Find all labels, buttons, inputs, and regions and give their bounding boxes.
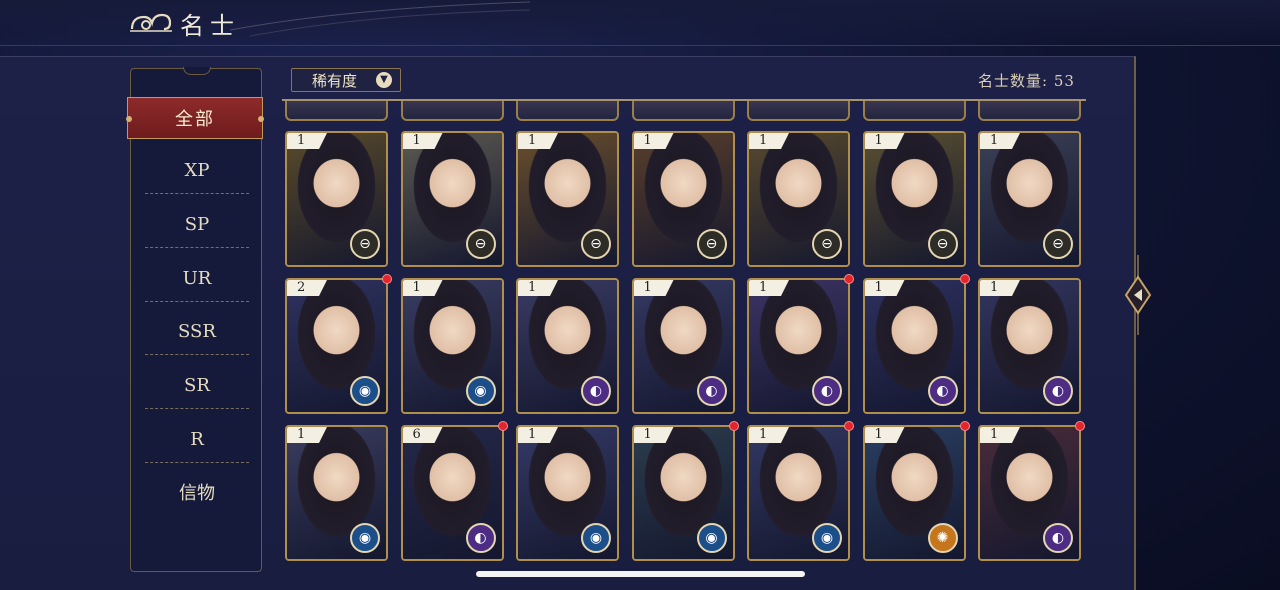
- sword-emblem-icon: ⊖: [350, 229, 380, 259]
- tab-label: UR: [182, 267, 212, 289]
- character-card[interactable]: 1 ⊖: [285, 131, 388, 267]
- tab-ssr[interactable]: SSR: [145, 304, 249, 358]
- tab-sr[interactable]: SR: [145, 358, 249, 412]
- sword-emblem-icon: ⊖: [927, 229, 958, 259]
- character-card[interactable]: 2 ◉: [285, 278, 388, 414]
- character-card[interactable]: 1 ◐: [978, 425, 1081, 561]
- moon-emblem-icon: ◐: [1043, 523, 1073, 553]
- tab-label: 信物: [179, 483, 215, 504]
- tab-label: SP: [184, 213, 210, 235]
- character-card[interactable]: 1 ◐: [978, 278, 1081, 414]
- new-notification-dot: [844, 421, 854, 431]
- character-card[interactable]: 1 ⊖: [978, 131, 1081, 267]
- eye-emblem-icon: ◉: [812, 523, 842, 553]
- character-card[interactable]: 1 ◐: [747, 278, 850, 414]
- new-notification-dot: [959, 274, 970, 284]
- eye-emblem-icon: ◉: [465, 376, 496, 406]
- sun-emblem-icon: ✺: [927, 523, 958, 553]
- character-card[interactable]: 1 ◉: [747, 425, 850, 561]
- moon-emblem-icon: ◐: [812, 376, 842, 406]
- tab-label: 全部: [175, 109, 215, 130]
- eye-emblem-icon: ◉: [350, 523, 380, 553]
- top-bar: 名士: [0, 0, 1280, 46]
- new-notification-dot: [728, 421, 739, 431]
- new-notification-dot: [497, 421, 508, 431]
- count-value: 53: [1053, 72, 1075, 90]
- collapse-panel-handle[interactable]: [1118, 255, 1152, 335]
- card-partial[interactable]: [285, 101, 388, 121]
- divider: [145, 408, 249, 409]
- character-card[interactable]: 1 ⊖: [862, 131, 966, 267]
- character-card[interactable]: 1 ⊖: [516, 131, 619, 267]
- divider: [145, 354, 249, 355]
- character-card[interactable]: 1 ⊖: [747, 131, 850, 267]
- eye-emblem-icon: ◉: [350, 376, 380, 406]
- card-partial[interactable]: [747, 101, 850, 121]
- tab-label: XP: [184, 159, 210, 181]
- character-card[interactable]: 1 ◉: [516, 425, 619, 561]
- character-card[interactable]: 1 ◉: [285, 425, 388, 561]
- sword-emblem-icon: ⊖: [465, 229, 496, 259]
- tab-sp[interactable]: SP: [145, 197, 249, 251]
- new-notification-dot: [844, 274, 854, 284]
- card-partial[interactable]: [862, 101, 966, 121]
- moon-emblem-icon: ◐: [465, 523, 496, 553]
- eye-emblem-icon: ◉: [696, 523, 727, 553]
- card-partial[interactable]: [516, 101, 619, 121]
- character-card[interactable]: 1 ◐: [631, 278, 735, 414]
- sort-label: 稀有度: [312, 71, 358, 90]
- page-header: 名士: [128, 6, 240, 40]
- decorative-streak: [230, 1, 530, 37]
- tab-keepsake[interactable]: 信物: [145, 465, 249, 519]
- card-partial[interactable]: [400, 101, 504, 121]
- tab-r[interactable]: R: [145, 412, 249, 466]
- sword-emblem-icon: ⊖: [696, 229, 727, 259]
- tab-ornament-left: [126, 116, 132, 122]
- divider: [145, 193, 249, 194]
- tab-label: SSR: [178, 320, 216, 342]
- count-label: 名士数量:: [978, 72, 1049, 90]
- cloud-emblem-icon: [130, 13, 172, 32]
- new-notification-dot: [1075, 421, 1085, 431]
- card-partial[interactable]: [631, 101, 735, 121]
- tab-ur[interactable]: UR: [145, 251, 249, 305]
- page-title: 名士: [180, 11, 240, 40]
- character-count: 名士数量: 53: [978, 70, 1088, 91]
- sort-dropdown[interactable]: 稀有度 ▼: [291, 68, 401, 92]
- sword-emblem-icon: ⊖: [581, 229, 611, 259]
- character-grid: 1 ⊖ 1 ⊖ 1 ⊖ 1 ⊖ 1 ⊖ 1 ⊖ 1 ⊖ 2 ◉ 1 ◉ 1 ◐ 1 ◐ 1 ◐ 1 ◐ 1 ◐ 1 ◉ 6 ◐ 1 ◉ 1 ◉ 1 ◉ 1 ✺…: [285, 131, 1085, 571]
- tab-all[interactable]: 全部: [126, 97, 264, 139]
- moon-emblem-icon: ◐: [581, 376, 611, 406]
- divider: [145, 247, 249, 248]
- tab-label: SR: [184, 374, 210, 396]
- character-card[interactable]: 1 ◉: [631, 425, 735, 561]
- eye-emblem-icon: ◉: [581, 523, 611, 553]
- divider: [145, 462, 249, 463]
- moon-emblem-icon: ◐: [696, 376, 727, 406]
- character-card[interactable]: 6 ◐: [400, 425, 504, 561]
- tab-label: R: [190, 428, 204, 450]
- rarity-sidebar: 全部 XP SP UR SSR SR R 信物: [126, 67, 264, 572]
- character-card[interactable]: 1 ⊖: [400, 131, 504, 267]
- character-card[interactable]: 1 ◉: [400, 278, 504, 414]
- card-partial[interactable]: [978, 101, 1081, 121]
- new-notification-dot: [382, 274, 392, 284]
- divider: [145, 301, 249, 302]
- chevron-down-icon: ▼: [376, 72, 392, 88]
- character-card[interactable]: 1 ◐: [862, 278, 966, 414]
- tab-ornament-right: [258, 116, 264, 122]
- sword-emblem-icon: ⊖: [1043, 229, 1073, 259]
- character-card[interactable]: 1 ✺: [862, 425, 966, 561]
- tab-xp[interactable]: XP: [145, 143, 249, 197]
- character-card[interactable]: 1 ⊖: [631, 131, 735, 267]
- moon-emblem-icon: ◐: [1043, 376, 1073, 406]
- sidebar-notch: [183, 67, 211, 75]
- character-card[interactable]: 1 ◐: [516, 278, 619, 414]
- home-indicator[interactable]: [476, 571, 805, 577]
- new-notification-dot: [959, 421, 970, 431]
- sword-emblem-icon: ⊖: [812, 229, 842, 259]
- moon-emblem-icon: ◐: [927, 376, 958, 406]
